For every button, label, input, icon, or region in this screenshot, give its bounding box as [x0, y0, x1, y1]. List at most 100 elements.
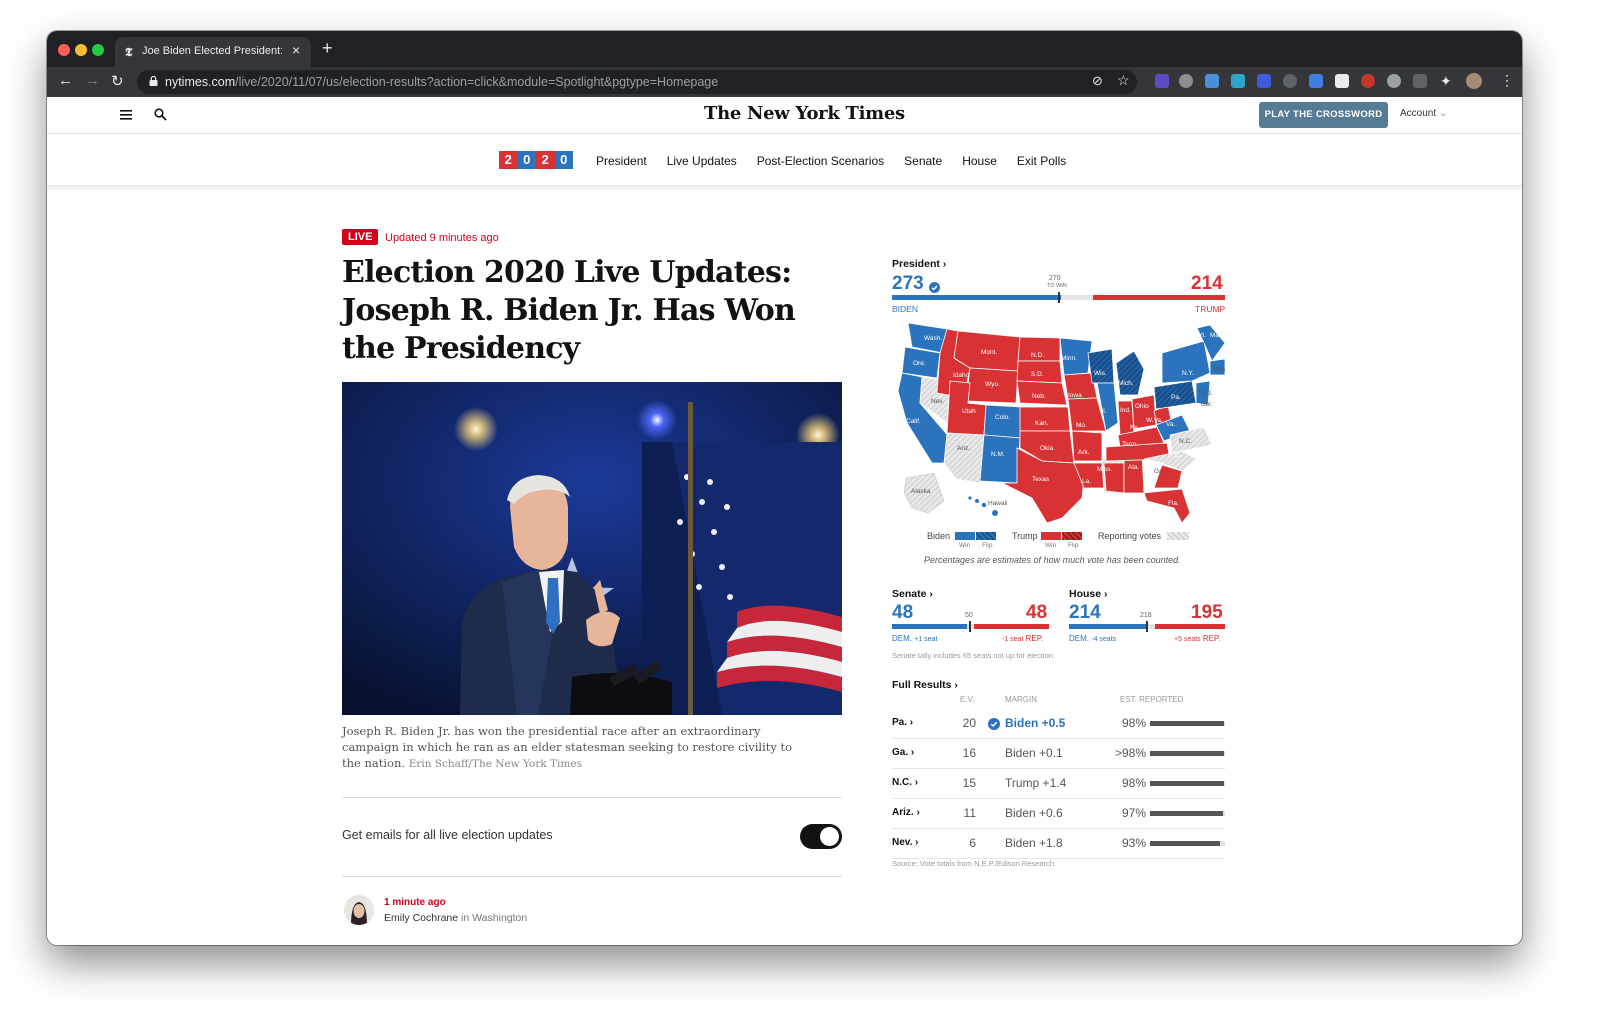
account-menu[interactable]: Account ⌄ [1400, 108, 1447, 119]
url-path: /live/2020/11/07/us/election-results?act… [235, 75, 719, 89]
senate-dem-seats: 48 [892, 602, 914, 623]
map-state-label: Mont. [981, 349, 997, 356]
senate-rep-seats: 48 [1026, 602, 1048, 623]
map-state-label: Idaho [953, 372, 970, 379]
extension-icon[interactable] [1387, 74, 1401, 88]
browser-tab[interactable]: 𝕿 Joe Biden Elected President: L × [115, 37, 311, 67]
table-row[interactable]: Pa. › 20 Biden +0.5 98% [892, 709, 1225, 739]
reported-bar-track [1150, 751, 1225, 756]
author-location: Washington [472, 912, 528, 924]
map-state-label: Maine [1210, 332, 1225, 339]
table-row[interactable]: N.C. › 15 Trump +1.4 98% [892, 769, 1225, 799]
author-avatar[interactable] [344, 895, 374, 925]
president-link[interactable]: President › [892, 258, 946, 270]
map-state-label: Okla. [1040, 445, 1055, 452]
map-state-label: S.D. [1031, 371, 1044, 378]
election-nav-links: President Live Updates Post-Election Sce… [596, 154, 1066, 168]
author-name[interactable]: Emily Cochrane [384, 912, 458, 924]
extension-icon[interactable] [1231, 74, 1245, 88]
nyt-logo[interactable]: The New York Times [704, 103, 905, 124]
nav-president[interactable]: President [596, 154, 647, 168]
map-state-label: Del. [1201, 401, 1213, 408]
map-state-label: Ill. [1100, 408, 1107, 415]
extension-icon[interactable] [1361, 74, 1375, 88]
tracking-blocked-icon[interactable]: ⊘ [1092, 73, 1103, 89]
nav-house[interactable]: House [962, 154, 997, 168]
extension-icon[interactable] [1257, 74, 1271, 88]
table-row[interactable]: Nev. › 6 Biden +1.8 93% [892, 829, 1225, 859]
row-margin: Biden +1.8 [1005, 836, 1063, 850]
house-rep-change: +5 seats [1174, 636, 1201, 643]
row-reported: >98% [1114, 746, 1146, 760]
biden-photo [342, 382, 842, 715]
hamburger-menu-icon[interactable] [120, 110, 132, 120]
extension-icon[interactable] [1283, 74, 1297, 88]
reported-bar-track [1150, 721, 1225, 726]
tab-close-icon[interactable]: × [292, 42, 300, 58]
row-ev: 16 [962, 746, 976, 760]
electoral-map[interactable]: Wash. Ore. Calif. Nev. Idaho Mont. Wyo. … [892, 322, 1231, 524]
winner-check-icon [929, 282, 940, 293]
senate-majority-number: 50 [965, 612, 973, 619]
close-window-button[interactable] [58, 44, 70, 56]
reported-bar-fill [1150, 751, 1225, 756]
senate-link[interactable]: Senate › [892, 588, 933, 600]
tab-title: Joe Biden Elected President: L [142, 45, 282, 57]
email-signup-toggle[interactable] [800, 824, 842, 849]
table-row[interactable]: Ga. › 16 Biden +0.1 >98% [892, 739, 1225, 769]
map-state-label: Nev. [931, 398, 944, 405]
nav-exit-polls[interactable]: Exit Polls [1017, 154, 1066, 168]
legend-win-label: Win [1045, 542, 1057, 549]
play-crossword-button[interactable]: PLAY THE CROSSWORD [1259, 102, 1388, 128]
post-timestamp[interactable]: 1 minute ago [384, 897, 446, 908]
maximize-window-button[interactable] [92, 44, 104, 56]
extension-icon[interactable] [1179, 74, 1193, 88]
extension-icon[interactable] [1413, 74, 1427, 88]
extension-icon[interactable] [1309, 74, 1323, 88]
extension-icon[interactable] [1155, 74, 1169, 88]
lead-photo[interactable] [342, 382, 842, 715]
new-tab-icon[interactable]: + [322, 38, 333, 59]
election-nav: 2 0 2 0 President Live Updates Post-Elec… [47, 134, 1522, 186]
map-state-label: Ind. [1120, 407, 1131, 414]
puzzle-extensions-icon[interactable]: ✦ [1440, 73, 1452, 90]
table-row[interactable]: Ariz. › 11 Biden +0.6 97% [892, 799, 1225, 829]
map-state-label: N.J. [1201, 390, 1213, 397]
forward-icon[interactable]: → [85, 72, 100, 89]
minimize-window-button[interactable] [75, 44, 87, 56]
map-state-label: Wash. [924, 335, 942, 342]
senate-rep-party: REP. [1025, 634, 1044, 643]
search-icon[interactable] [154, 108, 167, 121]
nav-post-election-scenarios[interactable]: Post-Election Scenarios [757, 154, 884, 168]
map-state-label: N.D. [1031, 352, 1044, 359]
map-state-label: Vt. [1198, 332, 1206, 339]
location-prefix: in [461, 912, 470, 924]
row-reported: 98% [1121, 716, 1146, 730]
extension-icon[interactable] [1205, 74, 1219, 88]
reload-icon[interactable]: ↻ [111, 72, 124, 90]
legend-biden-flip-swatch [976, 532, 996, 540]
election-2020-badge[interactable]: 2 0 2 0 [499, 151, 573, 169]
nav-live-updates[interactable]: Live Updates [667, 154, 737, 168]
row-state[interactable]: Ga. › [892, 747, 914, 758]
house-link[interactable]: House › [1069, 588, 1108, 600]
profile-avatar-icon[interactable] [1466, 73, 1482, 89]
house-rep-bar [1155, 624, 1225, 629]
row-state[interactable]: Pa. › [892, 717, 913, 728]
row-state[interactable]: N.C. › [892, 777, 918, 788]
row-state[interactable]: Nev. › [892, 837, 919, 848]
back-icon[interactable]: ← [58, 72, 73, 89]
map-state-label: S.C. [1168, 452, 1181, 459]
full-results-link[interactable]: Full Results › [892, 679, 958, 691]
browser-menu-icon[interactable]: ⋮ [1500, 72, 1514, 89]
bookmark-star-icon[interactable]: ☆ [1117, 72, 1130, 89]
extension-icon[interactable] [1335, 74, 1349, 88]
nav-senate[interactable]: Senate [904, 154, 942, 168]
map-state-label: Utah [962, 408, 976, 415]
address-bar[interactable]: nytimes.com/live/2020/11/07/us/election-… [137, 70, 1137, 94]
legend-flip-label: Flip [1068, 542, 1079, 549]
row-margin: Biden +0.1 [1005, 746, 1063, 760]
row-state[interactable]: Ariz. › [892, 807, 920, 818]
divider [342, 797, 842, 798]
map-state-label: Mass. [1213, 366, 1225, 373]
